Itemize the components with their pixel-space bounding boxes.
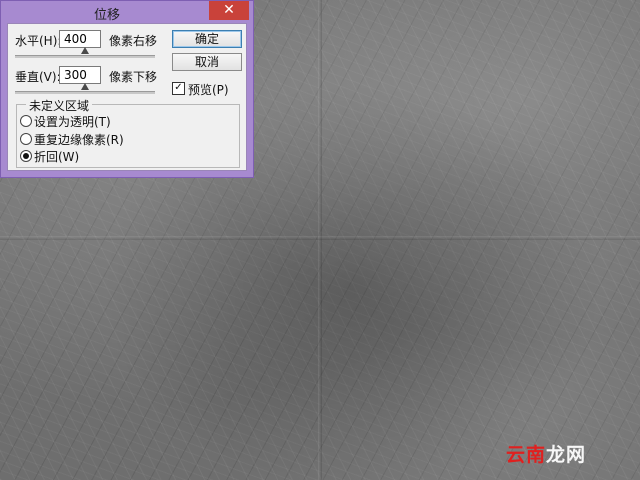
vertical-label: 垂直(V): [15, 70, 61, 84]
cancel-button[interactable]: 取消 [172, 53, 242, 71]
horizontal-unit-label: 像素右移 [109, 34, 158, 48]
vertical-offset-input[interactable] [59, 66, 101, 84]
vertical-slider-thumb[interactable] [81, 83, 89, 90]
offset-dialog: 位移 ✕ 水平(H): 像素右移 垂直(V): 像素下移 确定 取消 ✓ 预览(… [0, 0, 254, 178]
radio-repeat-edge-pixels[interactable] [20, 133, 32, 145]
watermark-logo: 云南龙网 [506, 440, 586, 467]
radio-wrap-around-label: 折回(W) [34, 150, 80, 164]
horizontal-offset-input[interactable] [59, 30, 101, 48]
preview-checkbox[interactable]: ✓ [172, 82, 185, 95]
dialog-titlebar[interactable]: 位移 ✕ [1, 1, 253, 23]
preview-label: 预览(P) [188, 83, 229, 97]
checkmark-icon: ✓ [174, 82, 183, 93]
radio-set-transparent-label: 设置为透明(T) [34, 115, 111, 129]
radio-wrap-around[interactable] [20, 150, 32, 162]
tile-seam-vertical [318, 0, 322, 480]
horizontal-label: 水平(H): [15, 34, 62, 48]
vertical-unit-label: 像素下移 [109, 70, 158, 84]
radio-repeat-edge-pixels-label: 重复边缘像素(R) [34, 133, 124, 147]
horizontal-slider-thumb[interactable] [81, 47, 89, 54]
watermark-part2: 龙网 [546, 444, 587, 466]
tile-seam-horizontal [0, 236, 640, 240]
horizontal-slider-track[interactable] [15, 55, 155, 58]
radio-set-transparent[interactable] [20, 115, 32, 127]
vertical-slider-track[interactable] [15, 91, 155, 94]
ok-button[interactable]: 确定 [172, 30, 242, 48]
undefined-area-title: 未定义区域 [26, 97, 93, 114]
watermark-part1: 云南 [506, 444, 547, 466]
dialog-title: 位移 [93, 8, 120, 23]
close-button[interactable]: ✕ [209, 1, 249, 20]
dialog-body: 水平(H): 像素右移 垂直(V): 像素下移 确定 取消 ✓ 预览(P) 未定… [7, 23, 247, 171]
close-icon: ✕ [223, 2, 235, 18]
